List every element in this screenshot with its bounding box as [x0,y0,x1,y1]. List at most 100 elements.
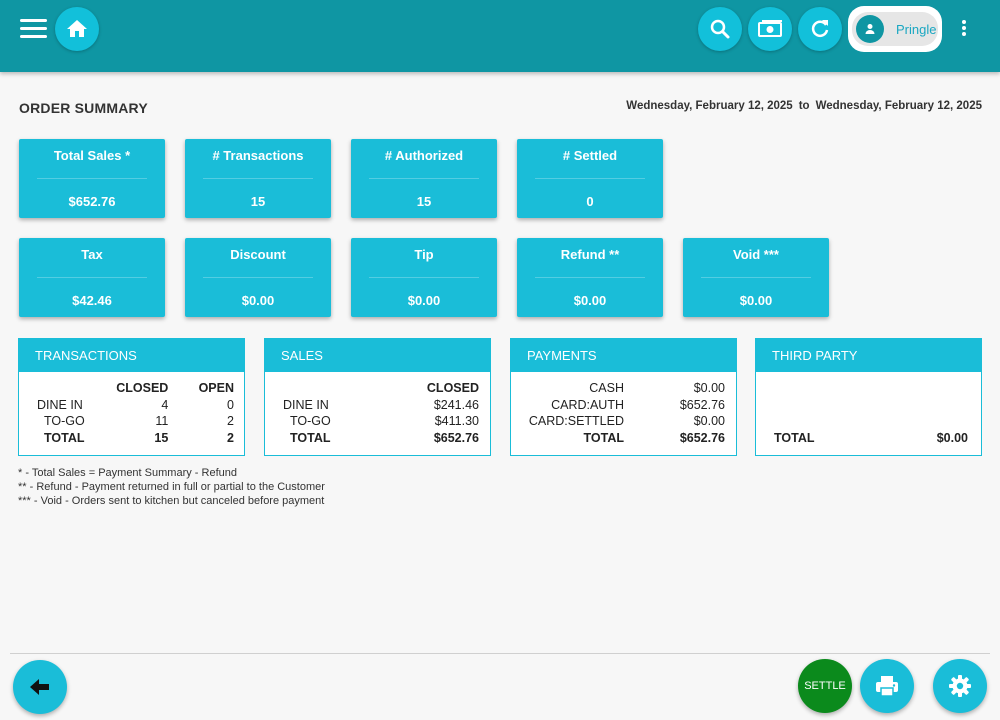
payments-table: CASH $0.00 CARD:AUTH $652.76 CARD:SETTLE… [527,380,725,446]
row-label: CARD:AUTH [551,397,624,412]
transactions-panel: TRANSACTIONS CLOSED OPEN DINE IN 4 0 TO-… [18,338,245,456]
panel-title: TRANSACTIONS [19,339,244,372]
refresh-icon [811,20,829,37]
open-count: 2 [227,414,234,428]
payments-panel: PAYMENTS CASH $0.00 CARD:AUTH $652.76 CA… [510,338,737,456]
table-row: TOTAL $0.00 [774,430,968,447]
top-app-bar: Pringle [0,0,1000,72]
row-value: $652.76 [433,430,479,445]
row-label: TOTAL [774,431,815,445]
table-row: CASH $0.00 [527,380,725,397]
card-value: $0.00 [739,293,773,308]
page-title: ORDER SUMMARY [19,100,148,116]
cash-icon [758,20,782,37]
row-label: TOTAL [583,430,624,445]
card-label: # Settled [562,148,618,163]
back-button[interactable] [13,660,67,714]
settle-button[interactable]: SETTLE [798,659,852,713]
footer-divider [10,653,990,654]
card-value: 0 [586,194,594,209]
row-value: $411.30 [434,414,479,428]
refund-card: Refund ** $0.00 [517,238,663,317]
card-label: Tip [414,247,434,262]
total-sales-card: Total Sales * $652.76 [19,139,165,218]
settled-card: # Settled 0 [517,139,663,218]
home-button[interactable] [55,7,99,51]
open-count: 0 [227,397,234,412]
third-party-table: TOTAL $0.00 [774,430,968,447]
back-arrow-icon [30,679,49,695]
closed-count: 4 [161,397,169,412]
tax-card: Tax $42.46 [19,238,165,317]
settings-button[interactable] [933,659,987,713]
panel-title: THIRD PARTY [756,339,981,372]
date-to-word: to [798,100,810,112]
open-count: 2 [227,430,234,445]
row-label: TOTAL [290,430,331,445]
transactions-card: # Transactions 15 [185,139,331,218]
search-button[interactable] [698,7,742,51]
date-from: Wednesday, February 12, 2025 [626,100,793,112]
table-row: DINE IN 4 0 [37,397,234,414]
tip-card: Tip $0.00 [351,238,497,317]
table-row: TO-GO 11 2 [37,413,234,430]
footnote: *** - Void - Orders sent to kitchen but … [18,495,325,507]
print-button[interactable] [860,659,914,713]
card-value: 15 [416,194,432,209]
gear-icon [949,675,971,697]
table-row: TOTAL 15 2 [37,430,234,447]
row-value: $241.46 [433,397,479,412]
card-value: $42.46 [72,293,112,308]
row-label: CARD:SETTLED [528,414,624,428]
cash-button[interactable] [748,7,792,51]
card-label: Discount [230,247,286,262]
row-label: TOTAL [44,430,85,445]
row-label: TO-GO [44,414,85,428]
panel-title: SALES [265,339,490,372]
column-header: CLOSED [426,381,479,395]
card-label: # Transactions [212,148,304,163]
table-row: DINE IN $241.46 [283,397,479,414]
home-icon [67,20,87,37]
row-label: TO-GO [290,414,331,428]
user-account-button[interactable]: Pringle [848,6,942,52]
row-value: $0.00 [936,431,968,445]
authorized-card: # Authorized 15 [351,139,497,218]
void-card: Void *** $0.00 [683,238,829,317]
row-label: CASH [589,381,624,395]
table-row: TOTAL $652.76 [527,430,725,447]
closed-count: 11 [155,414,169,428]
table-row: CARD:AUTH $652.76 [527,397,725,414]
card-label: # Authorized [384,148,464,163]
third-party-panel: THIRD PARTY TOTAL $0.00 [755,338,982,456]
column-header: CLOSED [116,381,169,395]
more-vert-icon[interactable] [960,20,968,40]
footnote: ** - Refund - Payment returned in full o… [18,481,325,493]
card-value: $652.76 [68,194,116,209]
row-value: $0.00 [693,381,725,395]
refresh-button[interactable] [798,7,842,51]
discount-card: Discount $0.00 [185,238,331,317]
footnotes: * - Total Sales = Payment Summary - Refu… [18,466,325,508]
menu-icon[interactable] [20,19,47,39]
row-value: $652.76 [679,397,725,412]
user-icon [856,15,884,43]
sales-table: CLOSED DINE IN $241.46 TO-GO $411.30 TOT… [283,380,479,446]
card-label: Total Sales * [53,148,131,163]
panel-title: PAYMENTS [511,339,736,372]
table-row: TOTAL $652.76 [283,430,479,447]
search-icon [710,19,730,39]
footnote: * - Total Sales = Payment Summary - Refu… [18,467,237,479]
card-value: $0.00 [241,293,275,308]
user-name: Pringle [896,21,937,37]
row-value: $652.76 [679,430,725,445]
card-value: 15 [250,194,266,209]
closed-count: 15 [154,430,169,445]
column-header: OPEN [198,381,234,395]
table-row: TO-GO $411.30 [283,413,479,430]
card-value: $0.00 [573,293,607,308]
card-label: Void *** [733,247,779,262]
card-label: Refund ** [560,247,620,262]
card-label: Tax [81,247,103,262]
row-label: DINE IN [37,397,83,412]
